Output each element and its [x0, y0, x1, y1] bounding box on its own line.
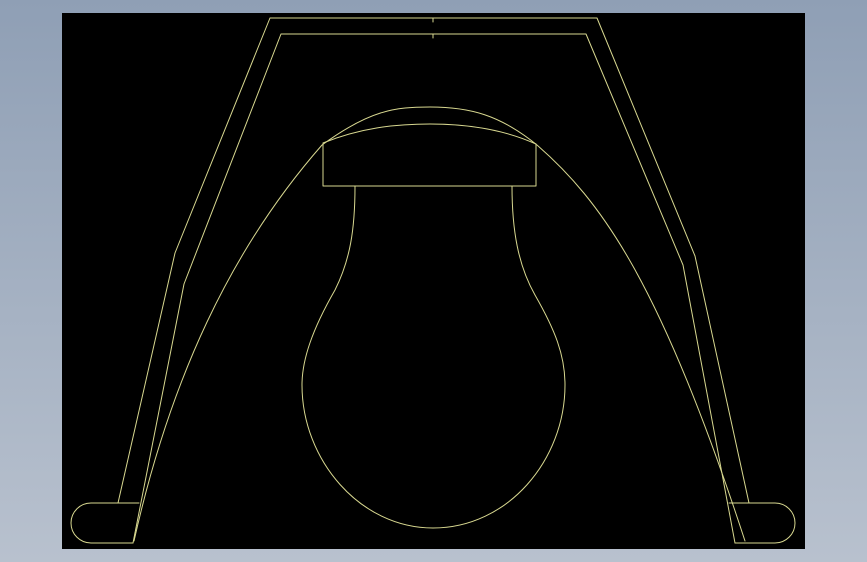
cad-viewport[interactable]: [62, 13, 805, 549]
